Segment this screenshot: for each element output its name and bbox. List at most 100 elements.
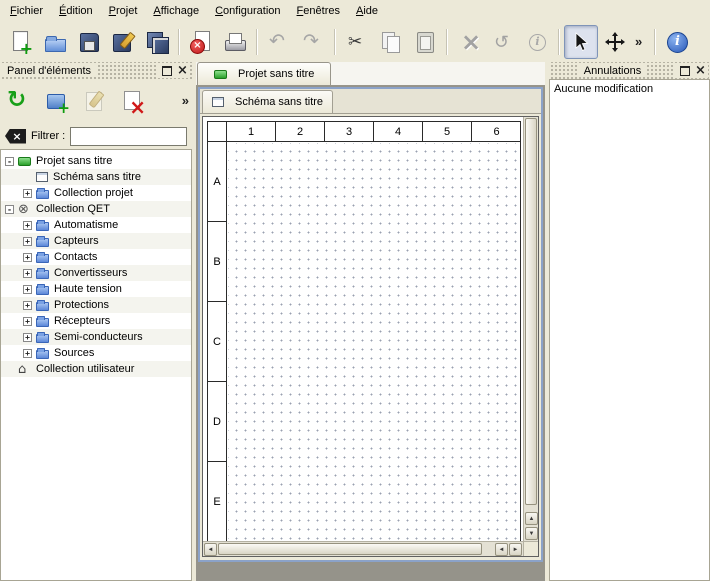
expander-plus-icon[interactable] [23, 253, 32, 262]
menu-fenetres[interactable]: Fenêtres [289, 2, 348, 20]
clear-filter-icon[interactable] [5, 129, 26, 144]
menu-edition[interactable]: Édition [51, 2, 101, 20]
info-icon-disabled [525, 30, 549, 54]
float-dock-icon[interactable] [159, 64, 174, 78]
tree-item-automatisme[interactable]: Automatisme [1, 217, 191, 233]
save-all-icon [145, 30, 169, 54]
tree-item-label: Collection QET [36, 203, 110, 215]
vertical-scrollbar[interactable] [523, 117, 538, 541]
save-as-button[interactable] [106, 25, 140, 59]
toolbar-separator [558, 29, 560, 55]
tree-item-collection-qet[interactable]: Collection QET [1, 201, 191, 217]
tree-item-label: Contacts [54, 251, 97, 263]
delete-element-button[interactable] [118, 86, 148, 116]
about-button[interactable] [660, 25, 694, 59]
tree-item-haute-tension[interactable]: Haute tension [1, 281, 191, 297]
select-tool-button[interactable] [564, 25, 598, 59]
scroll-up-icon[interactable] [525, 512, 538, 525]
horizontal-scrollbar-thumb[interactable] [218, 543, 482, 555]
reload-collections-button[interactable] [4, 86, 34, 116]
column-header: 6 [472, 122, 521, 141]
filter-input[interactable] [70, 127, 187, 146]
tree-item-collection-projet[interactable]: Collection projet [1, 185, 191, 201]
expander-plus-icon[interactable] [23, 349, 32, 358]
save-as-icon [111, 30, 135, 54]
horizontal-scrollbar[interactable] [203, 541, 523, 556]
tab-projet-sans-titre[interactable]: Projet sans titre [197, 62, 331, 85]
menu-configuration[interactable]: Configuration [207, 2, 288, 20]
schema-tab-bar: Schéma sans titre [200, 89, 541, 114]
toolbar-separator [654, 29, 656, 55]
filter-row: Filtrer : [0, 123, 192, 149]
tree-item-convertisseurs[interactable]: Convertisseurs [1, 265, 191, 281]
tree-item-contacts[interactable]: Contacts [1, 249, 191, 265]
select-arrow-icon [570, 31, 592, 53]
elements-panel-title-bar[interactable]: Panel d'éléments [0, 62, 192, 79]
cut-button[interactable] [340, 25, 374, 59]
undo-history-list: Aucune modification [549, 79, 710, 581]
diagram-canvas[interactable]: 1 2 3 4 5 6 A B C D E [203, 117, 523, 541]
tree-item-capteurs[interactable]: Capteurs [1, 233, 191, 249]
undo-panel-title-bar[interactable]: Annulations [549, 62, 710, 79]
undo-list-item[interactable]: Aucune modification [550, 80, 709, 98]
expander-minus-icon[interactable] [5, 157, 14, 166]
menu-affichage[interactable]: Affichage [145, 2, 207, 20]
dotted-grid[interactable] [228, 143, 520, 541]
folder-icon [36, 254, 49, 263]
expander-plus-icon[interactable] [23, 269, 32, 278]
close-document-button[interactable] [184, 25, 218, 59]
close-dock-icon[interactable] [693, 64, 708, 78]
folder-icon [36, 286, 49, 295]
menu-projet[interactable]: Projet [101, 2, 146, 20]
folder-icon [36, 350, 49, 359]
move-tool-icon [604, 31, 626, 53]
about-info-icon [665, 30, 689, 54]
tree-item-semi-conducteurs[interactable]: Semi-conducteurs [1, 329, 191, 345]
scroll-left-icon[interactable] [204, 543, 217, 556]
print-button[interactable] [218, 25, 252, 59]
save-all-button[interactable] [140, 25, 174, 59]
expander-plus-icon[interactable] [23, 285, 32, 294]
copy-button [374, 25, 408, 59]
dock-buttons [674, 64, 708, 78]
row-header: D [208, 382, 227, 462]
expander-plus-icon[interactable] [23, 317, 32, 326]
expander-plus-icon[interactable] [23, 333, 32, 342]
reload-collections-icon [7, 89, 31, 113]
tree-item-projet-sans-titre[interactable]: Projet sans titre [1, 153, 191, 169]
diagram-view[interactable]: 1 2 3 4 5 6 A B C D E [202, 116, 539, 557]
expander-plus-icon[interactable] [23, 189, 32, 198]
expander-plus-icon[interactable] [23, 221, 32, 230]
edit-element-button [80, 86, 110, 116]
toolbar-overflow-button[interactable] [632, 25, 650, 59]
new-element-button[interactable] [42, 86, 72, 116]
elements-panel-title: Panel d'éléments [2, 65, 96, 77]
panel-overflow-chevron[interactable]: » [182, 93, 189, 109]
tree-item-recepteurs[interactable]: Récepteurs [1, 313, 191, 329]
float-dock-icon[interactable] [677, 64, 692, 78]
undo-panel-dock: Annulations Aucune modification [549, 62, 710, 581]
tree-item-protections[interactable]: Protections [1, 297, 191, 313]
expander-minus-icon[interactable] [5, 205, 14, 214]
open-document-button[interactable] [38, 25, 72, 59]
new-document-button[interactable] [4, 25, 38, 59]
tree-item-schema-sans-titre[interactable]: Schéma sans titre [1, 169, 191, 185]
close-dock-icon[interactable] [175, 64, 190, 78]
scroll-down-icon[interactable] [525, 527, 538, 540]
scroll-right-icon[interactable] [509, 543, 522, 556]
tree-item-collection-utilisateur[interactable]: Collection utilisateur [1, 361, 191, 377]
tree-item-sources[interactable]: Sources [1, 345, 191, 361]
tab-schema-sans-titre[interactable]: Schéma sans titre [202, 90, 333, 113]
close-document-icon [189, 30, 213, 54]
vertical-scrollbar-thumb[interactable] [525, 118, 537, 505]
scroll-left-icon[interactable] [495, 543, 508, 556]
menu-aide[interactable]: Aide [348, 2, 386, 20]
save-button[interactable] [72, 25, 106, 59]
move-tool-button[interactable] [598, 25, 632, 59]
qelectrotech-window: Fichier Édition Projet Affichage Configu… [0, 0, 710, 581]
menu-fichier[interactable]: Fichier [2, 2, 51, 20]
schema-subwindow: Schéma sans titre 1 2 3 4 5 6 [198, 87, 543, 562]
expander-plus-icon[interactable] [23, 237, 32, 246]
expander-plus-icon[interactable] [23, 301, 32, 310]
home-icon [18, 363, 31, 376]
